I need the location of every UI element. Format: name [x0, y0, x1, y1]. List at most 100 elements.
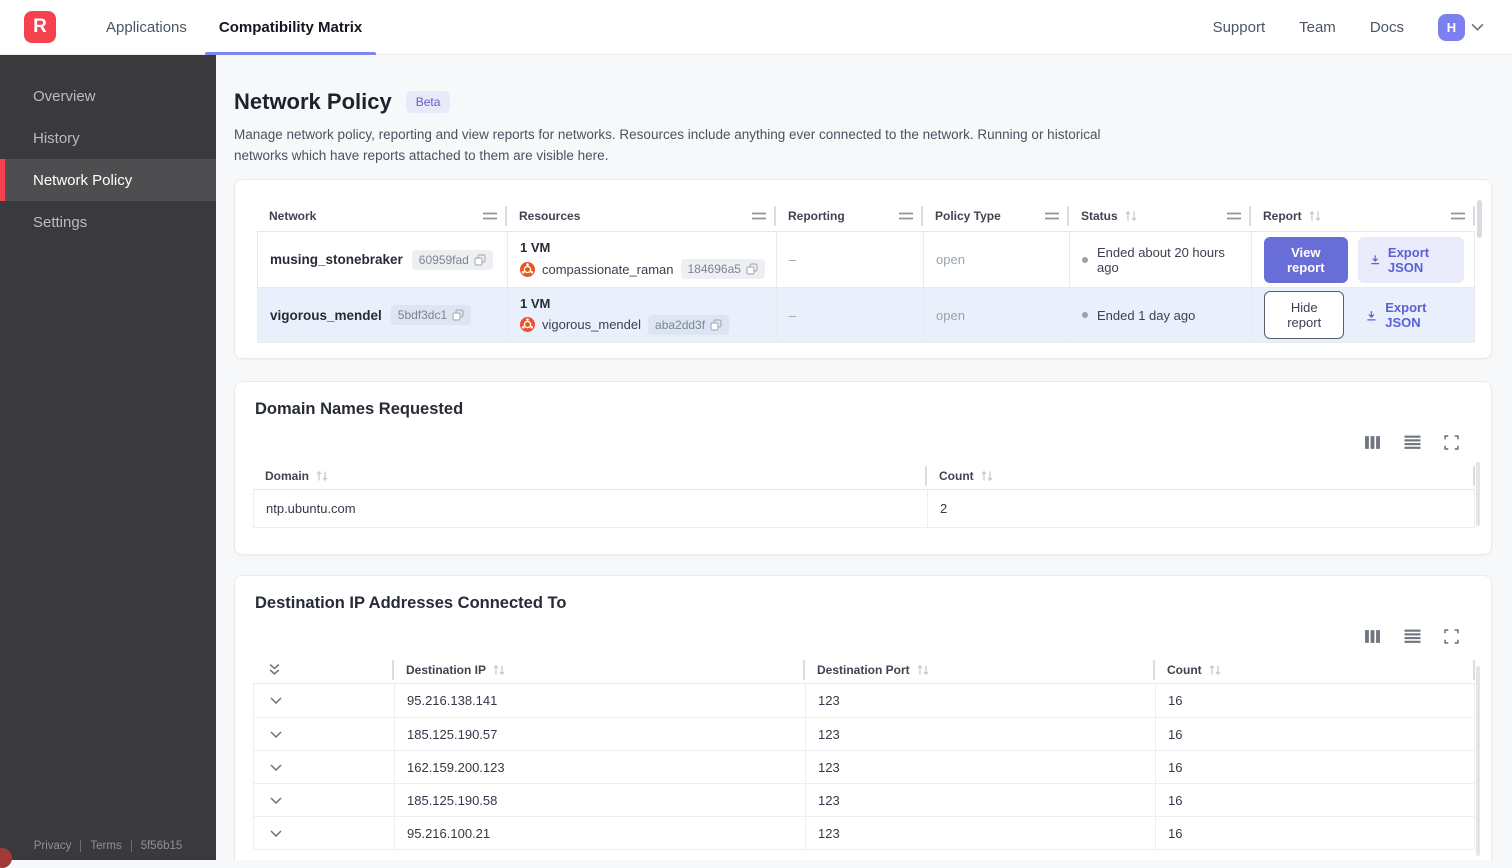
user-menu[interactable]: H	[1438, 14, 1484, 41]
destination-port-value: 123	[806, 751, 1156, 783]
row-expand-icon[interactable]	[270, 764, 282, 771]
row-expand-icon[interactable]	[270, 731, 282, 738]
link-docs[interactable]: Docs	[1370, 19, 1404, 36]
tab-compatibility-matrix[interactable]: Compatibility Matrix	[203, 0, 378, 55]
copy-icon[interactable]	[452, 309, 464, 321]
reporting-value: –	[777, 288, 924, 342]
top-right-links: Support Team Docs H	[1213, 14, 1512, 41]
expand-all-icon[interactable]	[268, 663, 281, 676]
build-id: 5f56b15	[141, 840, 183, 852]
column-drag-icon[interactable]	[1227, 212, 1241, 220]
column-resources: Resources	[519, 209, 580, 223]
domain-row[interactable]: ntp.ubuntu.com 2	[254, 490, 1474, 527]
columns-icon[interactable]	[1364, 435, 1381, 450]
ubuntu-icon	[520, 262, 535, 277]
sort-icon[interactable]	[492, 664, 506, 676]
export-json-button[interactable]: Export JSON	[1358, 237, 1464, 283]
column-destination-ip: Destination IP	[406, 663, 486, 677]
link-support[interactable]: Support	[1213, 19, 1266, 36]
destination-port-value: 123	[806, 684, 1156, 717]
destination-ip-value: 95.216.100.21	[395, 817, 806, 849]
sort-icon[interactable]	[1124, 210, 1138, 222]
count-value: 16	[1156, 784, 1474, 816]
column-policy-type: Policy Type	[935, 209, 1001, 223]
network-name: vigorous_mendel	[270, 308, 382, 323]
status-text: Ended about 20 hours ago	[1097, 245, 1241, 275]
column-drag-icon[interactable]	[752, 212, 766, 220]
terms-link[interactable]: Terms	[90, 840, 121, 852]
destination-row[interactable]: 95.216.100.21 123 16	[254, 816, 1474, 849]
count-value: 16	[1156, 684, 1474, 717]
domain-names-card: Domain Names Requested Domain Count ntp.…	[234, 381, 1492, 555]
destination-row[interactable]: 185.125.190.57 123 16	[254, 717, 1474, 750]
sort-icon[interactable]	[1208, 664, 1222, 676]
scrollbar-track[interactable]	[1476, 462, 1480, 526]
sidebar-footer: Privacy Terms 5f56b15	[0, 840, 216, 852]
scrollbar-thumb[interactable]	[1477, 200, 1482, 238]
networks-table-header: Network Resources Reporting Policy Type …	[257, 200, 1475, 232]
tab-applications[interactable]: Applications	[90, 0, 203, 55]
divider	[131, 840, 132, 852]
row-expand-icon[interactable]	[270, 797, 282, 804]
resource-id: aba2dd3f	[655, 318, 705, 332]
count-value: 16	[1156, 817, 1474, 849]
network-name: musing_stonebraker	[270, 252, 403, 267]
privacy-link[interactable]: Privacy	[34, 840, 72, 852]
destination-ip-value: 185.125.190.57	[395, 718, 806, 750]
sort-icon[interactable]	[315, 470, 329, 482]
networks-table-card: Network Resources Reporting Policy Type …	[234, 179, 1492, 359]
sort-icon[interactable]	[1308, 210, 1322, 222]
sidebar-item-history[interactable]: History	[0, 117, 216, 159]
vm-count: 1 VM	[520, 240, 550, 255]
column-drag-icon[interactable]	[1045, 212, 1059, 220]
sidebar-item-overview[interactable]: Overview	[0, 75, 216, 117]
copy-icon[interactable]	[710, 319, 722, 331]
scrollbar-track[interactable]	[1476, 666, 1480, 856]
link-team[interactable]: Team	[1299, 19, 1336, 36]
reporting-value: –	[777, 232, 924, 287]
resource-id: 184696a5	[688, 262, 741, 276]
destination-port-value: 123	[806, 817, 1156, 849]
view-report-button[interactable]: View report	[1264, 237, 1348, 283]
rows-density-icon[interactable]	[1404, 629, 1421, 644]
ubuntu-icon	[520, 317, 535, 332]
column-destination-port: Destination Port	[817, 663, 910, 677]
main-content: Network Policy Beta Manage network polic…	[216, 55, 1512, 860]
app-logo[interactable]: R	[24, 11, 56, 43]
user-avatar[interactable]: H	[1438, 14, 1465, 41]
rows-density-icon[interactable]	[1404, 435, 1421, 450]
divider	[80, 840, 81, 852]
network-row[interactable]: vigorous_mendel 5bdf3dc1 1 VM vigorous_m…	[258, 287, 1474, 342]
chevron-down-icon	[1471, 23, 1484, 31]
destination-port-value: 123	[806, 718, 1156, 750]
fullscreen-icon[interactable]	[1444, 435, 1459, 450]
row-expand-icon[interactable]	[270, 830, 282, 837]
fullscreen-icon[interactable]	[1444, 629, 1459, 644]
hide-report-button[interactable]: Hide report	[1264, 291, 1344, 339]
network-row[interactable]: musing_stonebraker 60959fad 1 VM compass…	[258, 232, 1474, 287]
destination-row[interactable]: 95.216.138.141 123 16	[254, 684, 1474, 717]
sidebar-item-settings[interactable]: Settings	[0, 201, 216, 243]
column-drag-icon[interactable]	[483, 212, 497, 220]
table-toolbar	[253, 435, 1459, 450]
copy-icon[interactable]	[746, 263, 758, 275]
top-navigation-bar: R Applications Compatibility Matrix Supp…	[0, 0, 1512, 55]
count-value: 16	[1156, 751, 1474, 783]
sidebar-item-network-policy[interactable]: Network Policy	[0, 159, 216, 201]
page-description: Manage network policy, reporting and vie…	[234, 124, 1129, 166]
destination-ip-value: 95.216.138.141	[395, 684, 806, 717]
sort-icon[interactable]	[980, 470, 994, 482]
destination-row[interactable]: 162.159.200.123 123 16	[254, 750, 1474, 783]
export-json-button[interactable]: Export JSON	[1354, 292, 1464, 338]
columns-icon[interactable]	[1364, 629, 1381, 644]
copy-icon[interactable]	[474, 254, 486, 266]
status-dot	[1082, 257, 1088, 263]
download-icon	[1370, 253, 1380, 266]
column-drag-icon[interactable]	[899, 212, 913, 220]
row-expand-icon[interactable]	[270, 697, 282, 704]
sort-icon[interactable]	[916, 664, 930, 676]
column-drag-icon[interactable]	[1451, 212, 1465, 220]
count-value: 16	[1156, 718, 1474, 750]
destination-row[interactable]: 185.125.190.58 123 16	[254, 783, 1474, 816]
domain-value: ntp.ubuntu.com	[254, 490, 928, 527]
